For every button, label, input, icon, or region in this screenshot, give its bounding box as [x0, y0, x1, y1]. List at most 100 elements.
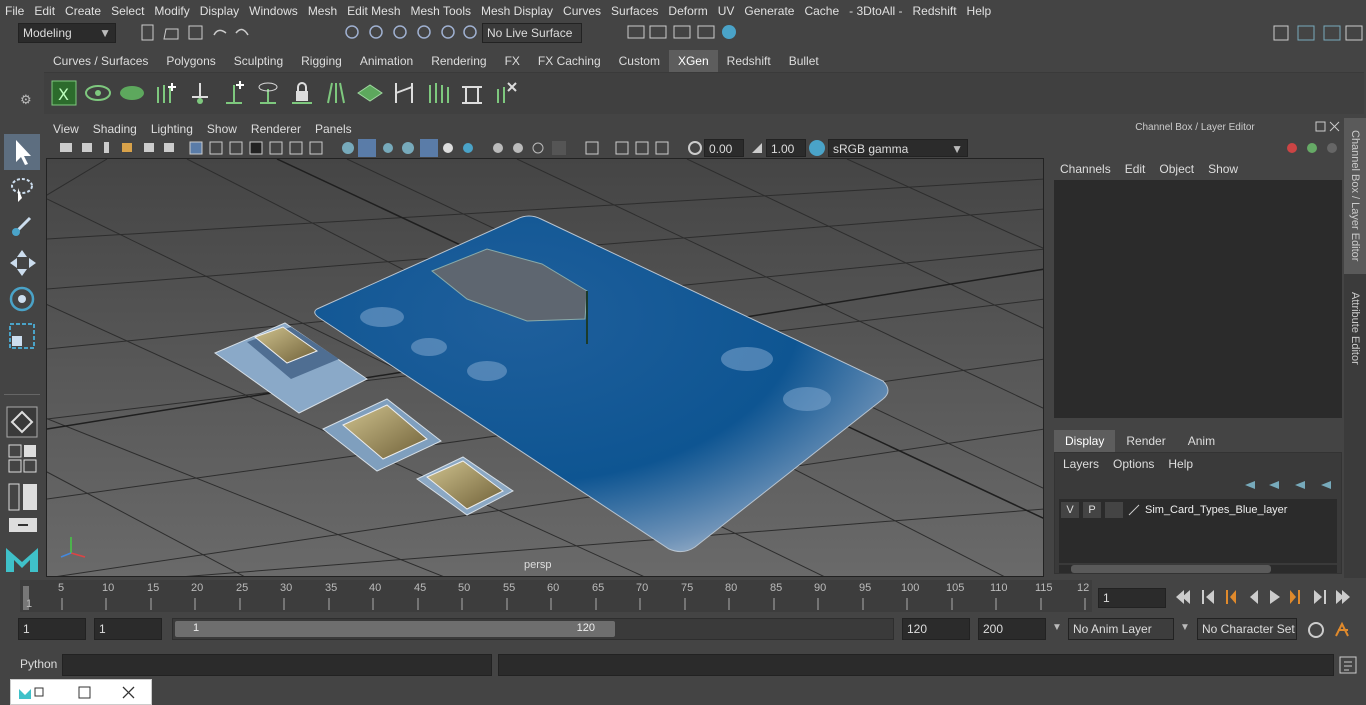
- single-pane-layout-icon[interactable]: [6, 406, 38, 438]
- menu-mesh-display[interactable]: Mesh Display: [476, 4, 558, 18]
- layer-help-menu[interactable]: Help: [1168, 457, 1193, 471]
- tab-custom[interactable]: Custom: [610, 50, 669, 72]
- guide-tool-icon[interactable]: [390, 79, 418, 107]
- menu-3dtoall[interactable]: - 3DtoAll -: [844, 4, 907, 18]
- character-set-select[interactable]: No Character Set: [1197, 618, 1297, 640]
- tab-redshift[interactable]: Redshift: [718, 50, 780, 72]
- attribute-editor-side-tab[interactable]: Attribute Editor: [1344, 282, 1366, 374]
- color-space-select[interactable]: sRGB gamma ▼: [828, 139, 968, 157]
- channel-box-side-tab[interactable]: Channel Box / Layer Editor: [1344, 118, 1366, 274]
- menu-uv[interactable]: UV: [713, 4, 740, 18]
- maximize-icon[interactable]: [77, 685, 93, 701]
- menu-edit-mesh[interactable]: Edit Mesh: [342, 4, 405, 18]
- layer-action-icons[interactable]: [1241, 477, 1337, 495]
- selection-tool-icons[interactable]: [340, 22, 480, 44]
- menu-mesh-tools[interactable]: Mesh Tools: [406, 4, 476, 18]
- four-pane-layout-icon[interactable]: [8, 444, 38, 474]
- menu-windows[interactable]: Windows: [244, 4, 303, 18]
- viewport-toolbar-icons[interactable]: [56, 139, 686, 157]
- channels-menu[interactable]: Channels: [1060, 162, 1111, 176]
- scene-end-field[interactable]: 200: [978, 618, 1046, 640]
- guide-sculpt-icon[interactable]: [254, 79, 282, 107]
- range-slider-handle[interactable]: 1 120: [175, 621, 615, 637]
- tab-polygons[interactable]: Polygons: [157, 50, 224, 72]
- layer-scrollbar[interactable]: [1059, 565, 1337, 573]
- move-tool-icon[interactable]: [8, 248, 38, 278]
- scene-start-field[interactable]: 1: [18, 618, 86, 640]
- viewport-menu-shading[interactable]: Shading: [86, 122, 144, 136]
- menu-mesh[interactable]: Mesh: [303, 4, 342, 18]
- fence-icon[interactable]: [458, 79, 486, 107]
- scale-tool-icon[interactable]: [8, 322, 38, 352]
- layer-type-toggle[interactable]: [1105, 502, 1123, 518]
- range-slider[interactable]: 1 120: [172, 618, 894, 640]
- minimized-window[interactable]: [10, 679, 152, 705]
- paint-tool-icon[interactable]: [8, 210, 38, 240]
- restore-icon[interactable]: [17, 685, 45, 701]
- menu-generate[interactable]: Generate: [739, 4, 799, 18]
- menu-file[interactable]: File: [0, 4, 29, 18]
- tab-fx[interactable]: FX: [496, 50, 529, 72]
- live-surface-field[interactable]: No Live Surface: [482, 23, 582, 43]
- leaf-icon[interactable]: [118, 79, 146, 107]
- select-tool-icon[interactable]: [4, 134, 40, 170]
- command-input[interactable]: [62, 654, 492, 676]
- menu-create[interactable]: Create: [60, 4, 106, 18]
- viewport-menu-renderer[interactable]: Renderer: [244, 122, 308, 136]
- channel-show-menu[interactable]: Show: [1208, 162, 1238, 176]
- channel-object-menu[interactable]: Object: [1159, 162, 1194, 176]
- channel-edit-menu[interactable]: Edit: [1125, 162, 1146, 176]
- split-layout-icon[interactable]: [8, 482, 38, 512]
- grid-plane-icon[interactable]: [356, 79, 384, 107]
- layer-visibility-toggle[interactable]: V: [1061, 502, 1079, 518]
- time-slider[interactable]: 1 5 10 15 20 25 30 35 40 45 50 55 60 65 …: [20, 580, 1092, 612]
- eye-icon[interactable]: [84, 79, 112, 107]
- render-icons[interactable]: [626, 22, 746, 44]
- tab-curves-surfaces[interactable]: Curves / Surfaces: [44, 50, 157, 72]
- menu-cache[interactable]: Cache: [799, 4, 844, 18]
- viewport-menu-show[interactable]: Show: [200, 122, 244, 136]
- tab-rendering[interactable]: Rendering: [422, 50, 495, 72]
- tab-display[interactable]: Display: [1054, 430, 1116, 452]
- exposure-field[interactable]: 0.00: [704, 139, 744, 157]
- lock-icon[interactable]: [288, 79, 316, 107]
- file-icons[interactable]: [138, 23, 258, 43]
- layout-icons[interactable]: [1270, 22, 1366, 44]
- menu-select[interactable]: Select: [106, 4, 149, 18]
- menu-help[interactable]: Help: [962, 4, 997, 18]
- playback-end-field[interactable]: 120: [902, 618, 970, 640]
- hair-move-icon[interactable]: [186, 79, 214, 107]
- language-label[interactable]: Python: [20, 657, 57, 671]
- xgen-editor-icon[interactable]: X: [50, 79, 78, 107]
- perspective-viewport[interactable]: persp: [46, 158, 1044, 577]
- outliner-layout-icon[interactable]: [8, 516, 38, 536]
- layer-name[interactable]: Sim_Card_Types_Blue_layer: [1145, 504, 1287, 516]
- script-editor-icon[interactable]: [1338, 655, 1358, 675]
- color-management-icon[interactable]: [808, 139, 826, 157]
- shelf-gear-icon[interactable]: ⚙: [20, 92, 32, 108]
- playback-prefs-icons[interactable]: [1306, 620, 1362, 640]
- axis-display-icons[interactable]: [1282, 138, 1342, 158]
- layer-options-menu[interactable]: Options: [1113, 457, 1154, 471]
- menu-surfaces[interactable]: Surfaces: [606, 4, 663, 18]
- chevron-down-icon[interactable]: ▼: [1180, 622, 1190, 633]
- panel-window-icons[interactable]: [1314, 120, 1342, 134]
- menu-redshift[interactable]: Redshift: [908, 4, 962, 18]
- curves-icon[interactable]: [424, 79, 452, 107]
- tab-render[interactable]: Render: [1115, 430, 1176, 452]
- tab-animation[interactable]: Animation: [351, 50, 422, 72]
- layer-row[interactable]: V P Sim_Card_Types_Blue_layer: [1061, 501, 1335, 519]
- tab-sculpting[interactable]: Sculpting: [225, 50, 292, 72]
- gamma-field[interactable]: 1.00: [766, 139, 806, 157]
- guide-add-icon[interactable]: [220, 79, 248, 107]
- viewport-menu-lighting[interactable]: Lighting: [144, 122, 200, 136]
- layer-scrollbar-thumb[interactable]: [1071, 565, 1271, 573]
- anim-layer-select[interactable]: No Anim Layer: [1068, 618, 1174, 640]
- chevron-down-icon[interactable]: ▼: [1052, 622, 1062, 633]
- lasso-tool-icon[interactable]: [8, 174, 38, 204]
- layers-menu[interactable]: Layers: [1063, 457, 1099, 471]
- menu-curves[interactable]: Curves: [558, 4, 606, 18]
- menu-display[interactable]: Display: [195, 4, 244, 18]
- viewport-menu-view[interactable]: View: [46, 122, 86, 136]
- playback-buttons[interactable]: [1172, 586, 1362, 608]
